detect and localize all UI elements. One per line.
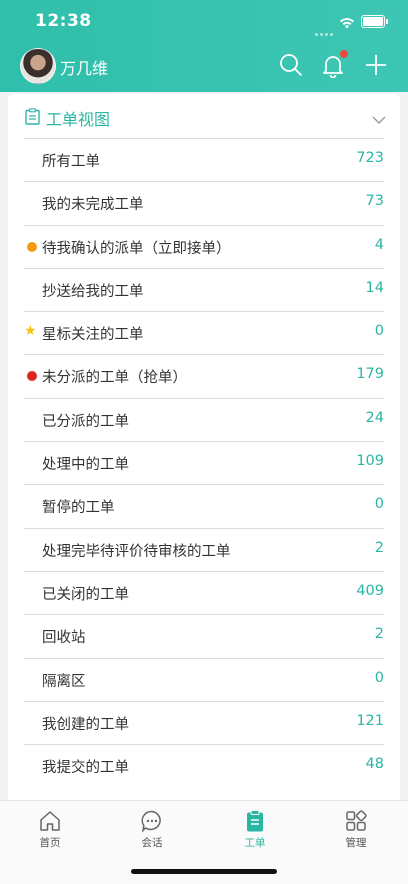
list-item-count: 2 bbox=[374, 539, 384, 556]
clipboard-icon bbox=[25, 108, 40, 129]
star-icon: ★ bbox=[24, 323, 37, 340]
list-item-label: 处理中的工单 bbox=[42, 457, 129, 474]
list-item-count: 121 bbox=[356, 712, 384, 729]
wifi-icon bbox=[338, 14, 356, 33]
chat-icon bbox=[141, 810, 161, 833]
list-item-label: 所有工单 bbox=[42, 154, 100, 170]
list-item-count: 109 bbox=[356, 453, 384, 470]
status-bar: 12:38 bbox=[0, 0, 408, 44]
tab-chat-label: 会话 bbox=[141, 837, 163, 849]
red-dot-icon bbox=[27, 371, 37, 382]
tab-tickets[interactable]: 工单 bbox=[225, 809, 285, 850]
list-item[interactable]: 抄送给我的工单 14 bbox=[24, 267, 384, 311]
list-item-count: 2 bbox=[374, 626, 384, 643]
user-name[interactable]: 万几维 bbox=[60, 55, 108, 79]
list-item-label: 未分派的工单（抢单） bbox=[42, 370, 187, 387]
tab-manage-label: 管理 bbox=[345, 837, 367, 849]
notification-badge bbox=[340, 50, 348, 58]
home-indicator bbox=[131, 869, 277, 874]
list-item-count: 73 bbox=[365, 193, 384, 210]
list-item-label: 已关闭的工单 bbox=[42, 586, 129, 603]
tab-home-label: 首页 bbox=[39, 837, 61, 849]
list-item-label: 星标关注的工单 bbox=[42, 327, 144, 344]
list-item-count: 179 bbox=[356, 366, 384, 383]
search-icon[interactable] bbox=[278, 52, 304, 78]
orange-dot-icon bbox=[27, 241, 37, 252]
list-item-label: 回收站 bbox=[42, 630, 86, 647]
list-item[interactable]: 已分派的工单 24 bbox=[24, 397, 384, 441]
tab-chat[interactable]: 会话 bbox=[122, 809, 182, 850]
list-item[interactable]: 我提交的工单 48 bbox=[24, 744, 384, 787]
list-item[interactable]: 我创建的工单 121 bbox=[24, 700, 384, 744]
list-item-count: 0 bbox=[374, 669, 384, 686]
list-item-count: 14 bbox=[365, 279, 384, 296]
ticket-icon bbox=[247, 810, 263, 832]
card-header[interactable]: 工单视图 bbox=[8, 94, 400, 138]
list-item-label: 我提交的工单 bbox=[42, 760, 129, 777]
tab-manage[interactable]: 管理 bbox=[326, 809, 386, 850]
signal-icon bbox=[315, 21, 335, 36]
tab-home[interactable]: 首页 bbox=[20, 809, 80, 850]
list-item-label: 我创建的工单 bbox=[42, 716, 129, 733]
list-item[interactable]: 我的未完成工单 73 bbox=[24, 181, 384, 224]
list-item-count: 723 bbox=[356, 150, 384, 166]
chevron-down-icon[interactable] bbox=[372, 110, 386, 129]
list-item[interactable]: 暂停的工单 0 bbox=[24, 484, 384, 527]
battery-icon bbox=[361, 15, 388, 28]
list-item-label: 暂停的工单 bbox=[42, 500, 115, 517]
list-item[interactable]: 所有工单 723 bbox=[24, 138, 384, 181]
tab-tickets-label: 工单 bbox=[244, 837, 266, 849]
list-item-count: 4 bbox=[374, 236, 384, 253]
list-item[interactable]: 已关闭的工单 409 bbox=[24, 570, 384, 614]
ticket-filter-list: 所有工单 723 我的未完成工单 73 待我确认的派单（立即接单） 4 抄送给我的工单 14 ★… bbox=[24, 138, 384, 787]
list-item-label: 我的未完成工单 bbox=[42, 197, 144, 214]
list-item[interactable]: 回收站 2 bbox=[24, 614, 384, 657]
list-item-label: 处理完毕待评价待审核的工单 bbox=[42, 543, 231, 560]
ticket-view-card: 工单视图 所有工单 723 我的未完成工单 73 待我确认的派单（立即接单） 4 抄送给我的… bbox=[8, 94, 400, 806]
list-item-label: 隔离区 bbox=[42, 673, 86, 690]
list-item-label: 待我确认的派单（立即接单） bbox=[42, 240, 231, 257]
list-item[interactable]: 处理完毕待评价待审核的工单 2 bbox=[24, 527, 384, 571]
avatar[interactable] bbox=[20, 48, 56, 84]
list-item-label: 已分派的工单 bbox=[42, 413, 129, 430]
list-item-count: 0 bbox=[374, 323, 384, 340]
list-item[interactable]: ★ 星标关注的工单 0 bbox=[24, 311, 384, 354]
list-item-count: 409 bbox=[356, 582, 384, 599]
list-item-count: 0 bbox=[374, 496, 384, 513]
list-item[interactable]: 隔离区 0 bbox=[24, 657, 384, 701]
status-time: 12:38 bbox=[35, 11, 92, 31]
list-item-label: 抄送给我的工单 bbox=[42, 283, 144, 300]
list-item-count: 24 bbox=[365, 409, 384, 426]
list-item-count: 48 bbox=[365, 756, 384, 773]
grid-icon bbox=[346, 810, 367, 831]
app-header: 12:38 万几维 bbox=[0, 0, 408, 92]
card-title: 工单视图 bbox=[46, 110, 111, 129]
list-item[interactable]: 待我确认的派单（立即接单） 4 bbox=[24, 224, 384, 268]
home-icon bbox=[40, 811, 60, 831]
add-icon[interactable] bbox=[363, 52, 389, 78]
list-item[interactable]: 未分派的工单（抢单） 179 bbox=[24, 354, 384, 397]
list-item[interactable]: 处理中的工单 109 bbox=[24, 441, 384, 484]
